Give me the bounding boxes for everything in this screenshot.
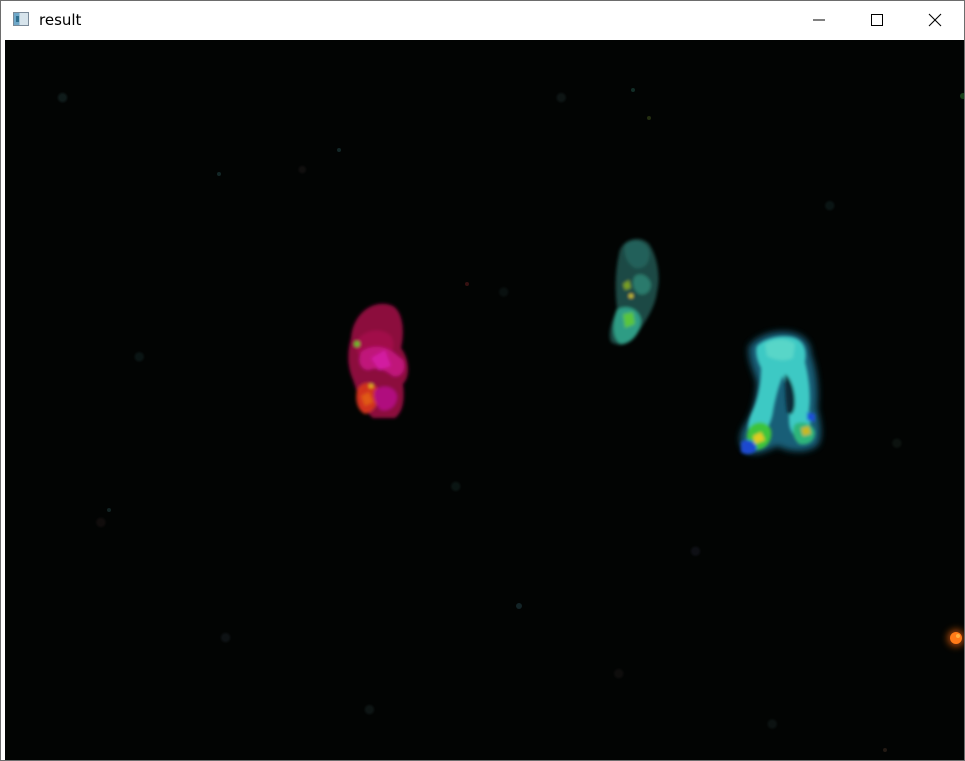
maximize-button[interactable] bbox=[848, 1, 906, 39]
noise-specks bbox=[107, 88, 964, 752]
app-window: result bbox=[0, 0, 965, 761]
magenta-motion-blob bbox=[348, 303, 409, 418]
opencv-window-icon bbox=[13, 12, 29, 26]
close-button[interactable] bbox=[906, 1, 964, 39]
maximize-icon bbox=[871, 14, 883, 26]
teal-motion-blob bbox=[609, 239, 659, 345]
title-bar[interactable]: result bbox=[1, 1, 964, 39]
window-title: result bbox=[39, 11, 82, 29]
image-canvas bbox=[5, 40, 964, 760]
minimize-icon bbox=[813, 19, 825, 21]
orange-motion-dot bbox=[947, 629, 964, 647]
cyan-motion-blob bbox=[740, 331, 821, 455]
minimize-button[interactable] bbox=[790, 1, 848, 39]
optical-flow-image bbox=[107, 88, 964, 752]
close-icon bbox=[928, 13, 942, 27]
